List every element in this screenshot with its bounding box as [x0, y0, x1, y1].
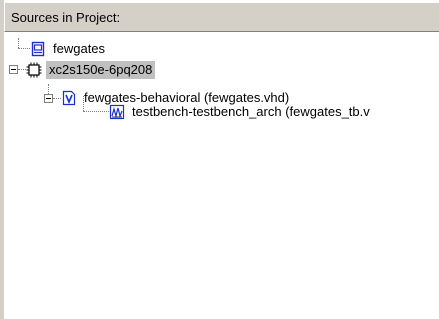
sources-panel: Sources in Project: fewgates xc2s150e-6p…: [0, 0, 439, 319]
panel-header-label: Sources in Project:: [11, 10, 121, 25]
tree-item-label: testbench-testbench_arch (fewgates_tb.v: [132, 104, 370, 119]
tree-item-device[interactable]: xc2s150e-6pq208: [26, 59, 156, 81]
tree-connector: [18, 69, 26, 71]
tree-item-label: fewgates: [53, 41, 106, 56]
tree-item-label: xc2s150e-6pq208: [46, 61, 156, 79]
tree-connector: [83, 111, 109, 113]
collapse-toggle[interactable]: [44, 94, 53, 103]
tree-connector: [18, 38, 20, 48]
testbench-icon: [109, 104, 125, 120]
tree-item-fewgates[interactable]: fewgates: [30, 38, 108, 60]
tree-connector: [53, 98, 61, 100]
collapse-toggle[interactable]: [9, 65, 18, 74]
tree-connector: [18, 48, 30, 50]
source-tree[interactable]: fewgates xc2s150e-6pq208 fewgates-behavi…: [4, 32, 439, 319]
panel-header: Sources in Project:: [4, 2, 439, 32]
project-module-icon: [30, 41, 46, 57]
tree-item-testbench[interactable]: testbench-testbench_arch (fewgates_tb.v: [109, 101, 373, 123]
tree-connector: [48, 84, 50, 94]
chip-device-icon: [26, 62, 42, 78]
vhdl-source-icon: [61, 90, 77, 106]
